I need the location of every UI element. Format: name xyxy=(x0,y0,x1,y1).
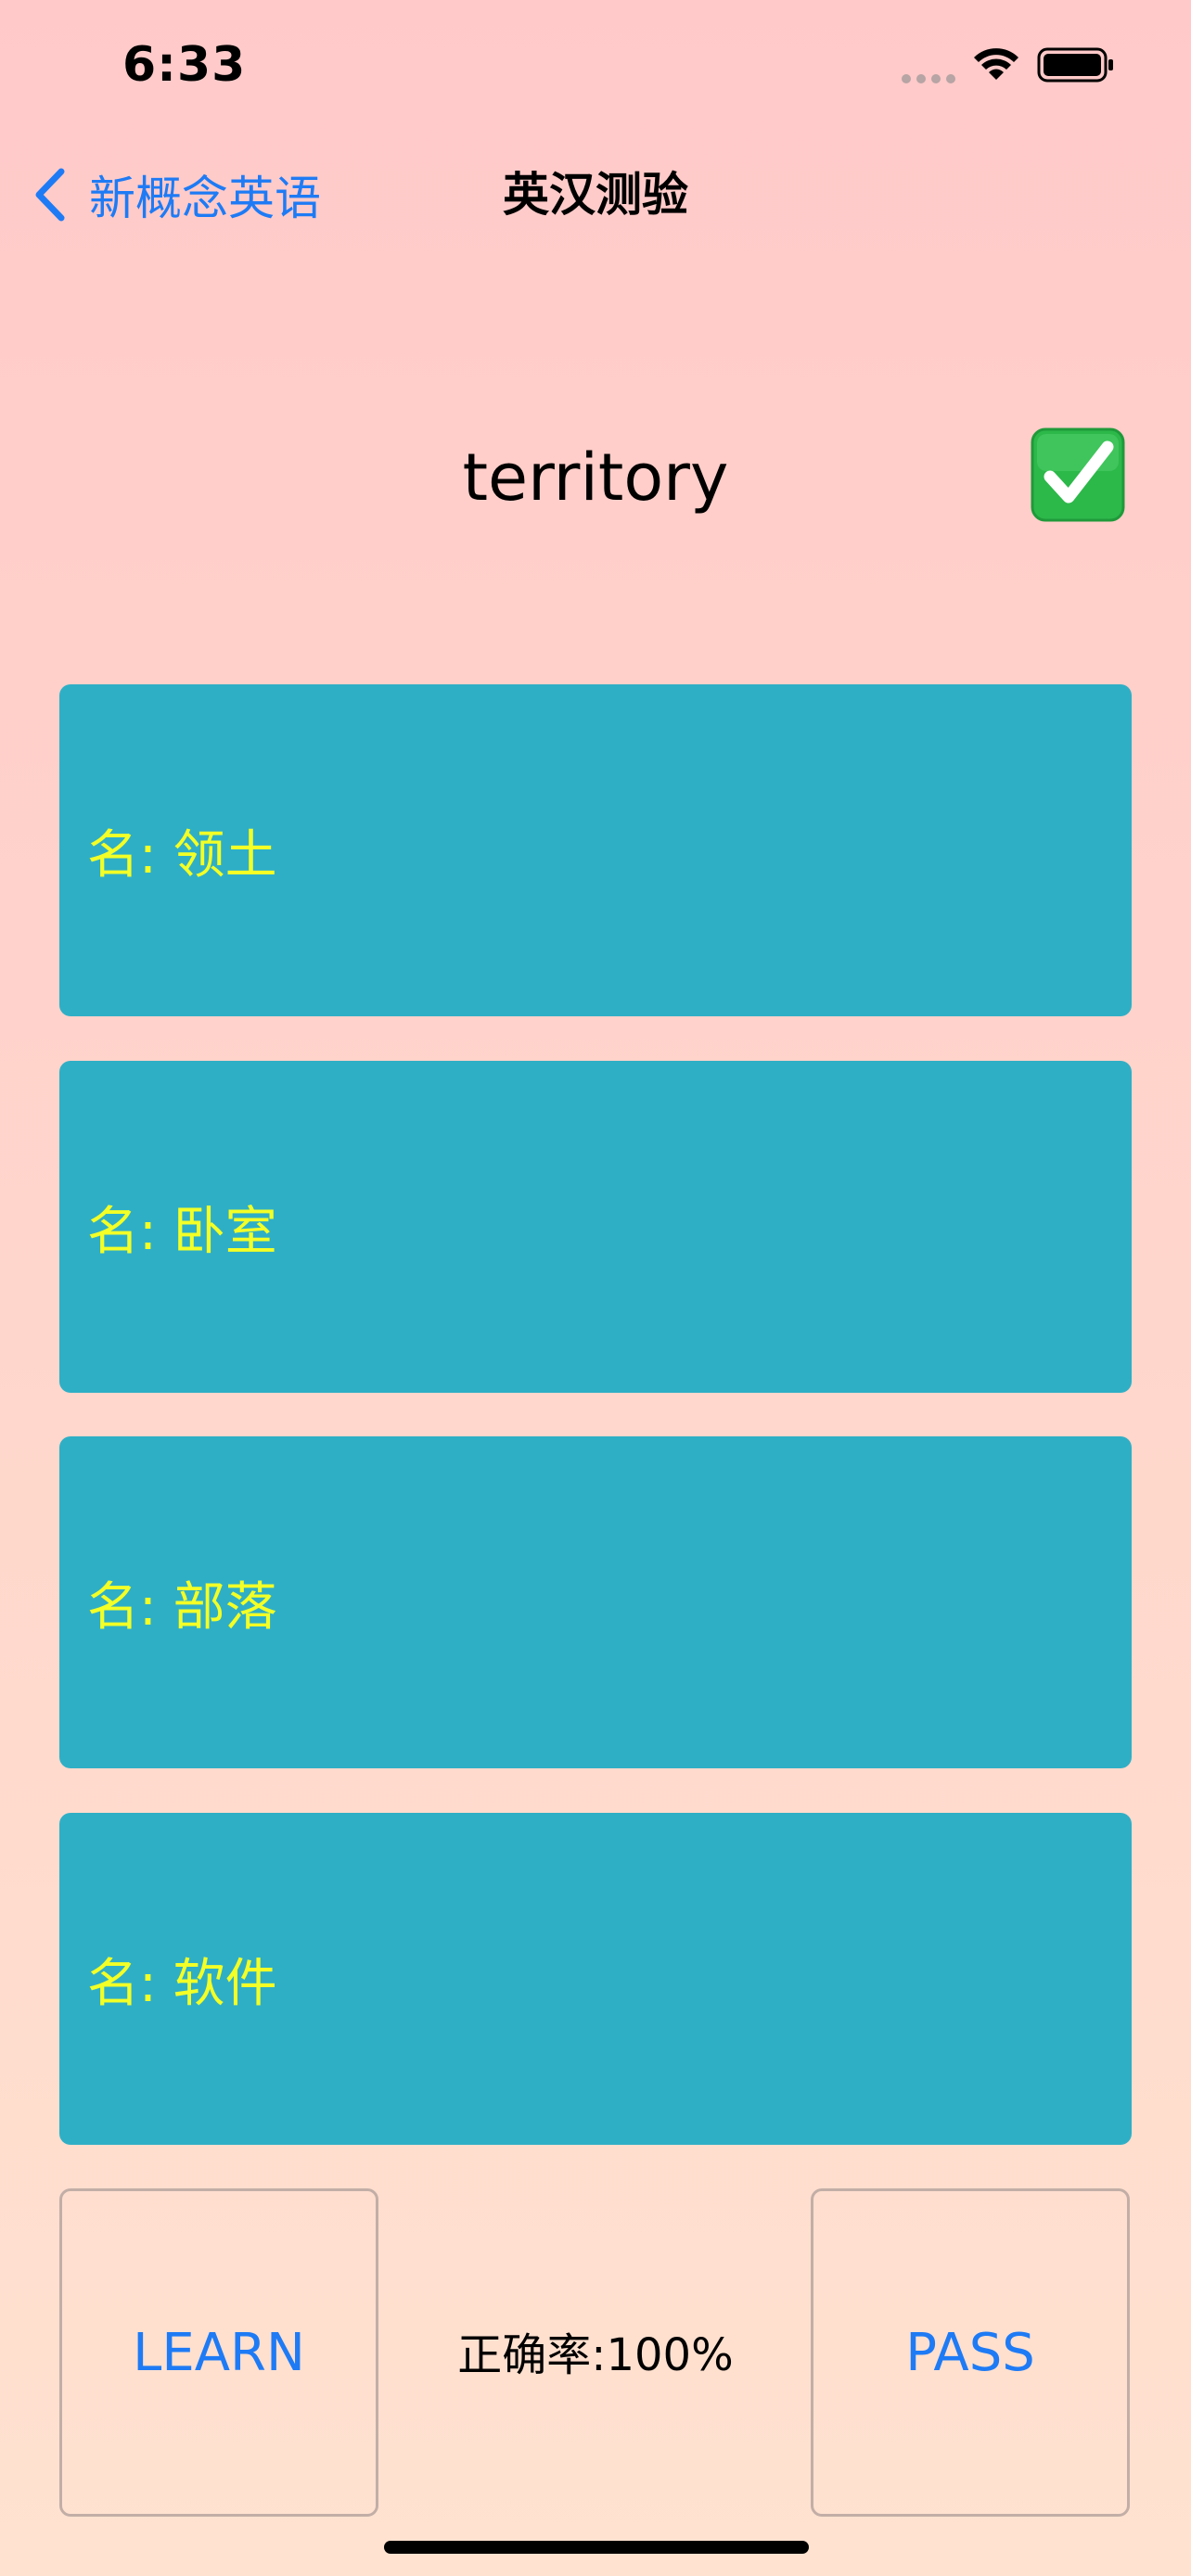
navigation-bar: 新概念英语 英汉测验 xyxy=(0,139,1191,250)
cellular-signal-icon xyxy=(902,74,957,83)
page-title: 英汉测验 xyxy=(503,168,688,222)
home-indicator xyxy=(384,2541,809,2554)
status-time: 6:33 xyxy=(122,37,247,93)
option-card-3[interactable]: 名: 部落 xyxy=(59,1436,1132,1768)
option-label: 名: 卧室 xyxy=(87,1201,277,1262)
learn-button[interactable]: LEARN xyxy=(59,2188,378,2517)
question-word: territory xyxy=(462,440,729,516)
option-card-4[interactable]: 名: 软件 xyxy=(59,1813,1132,2145)
check-mark-icon xyxy=(1031,427,1125,522)
pass-button[interactable]: PASS xyxy=(811,2188,1130,2517)
wifi-icon xyxy=(974,48,1018,80)
option-card-1[interactable]: 名: 领土 xyxy=(59,684,1132,1016)
battery-full-icon xyxy=(1037,47,1113,83)
option-label: 名: 部落 xyxy=(87,1576,277,1638)
option-label: 名: 软件 xyxy=(87,1953,277,2014)
status-bar: 6:33 xyxy=(0,0,1191,134)
option-label: 名: 领土 xyxy=(87,824,277,886)
option-card-2[interactable]: 名: 卧室 xyxy=(59,1061,1132,1393)
accuracy-text: 正确率:100% xyxy=(457,2329,734,2381)
